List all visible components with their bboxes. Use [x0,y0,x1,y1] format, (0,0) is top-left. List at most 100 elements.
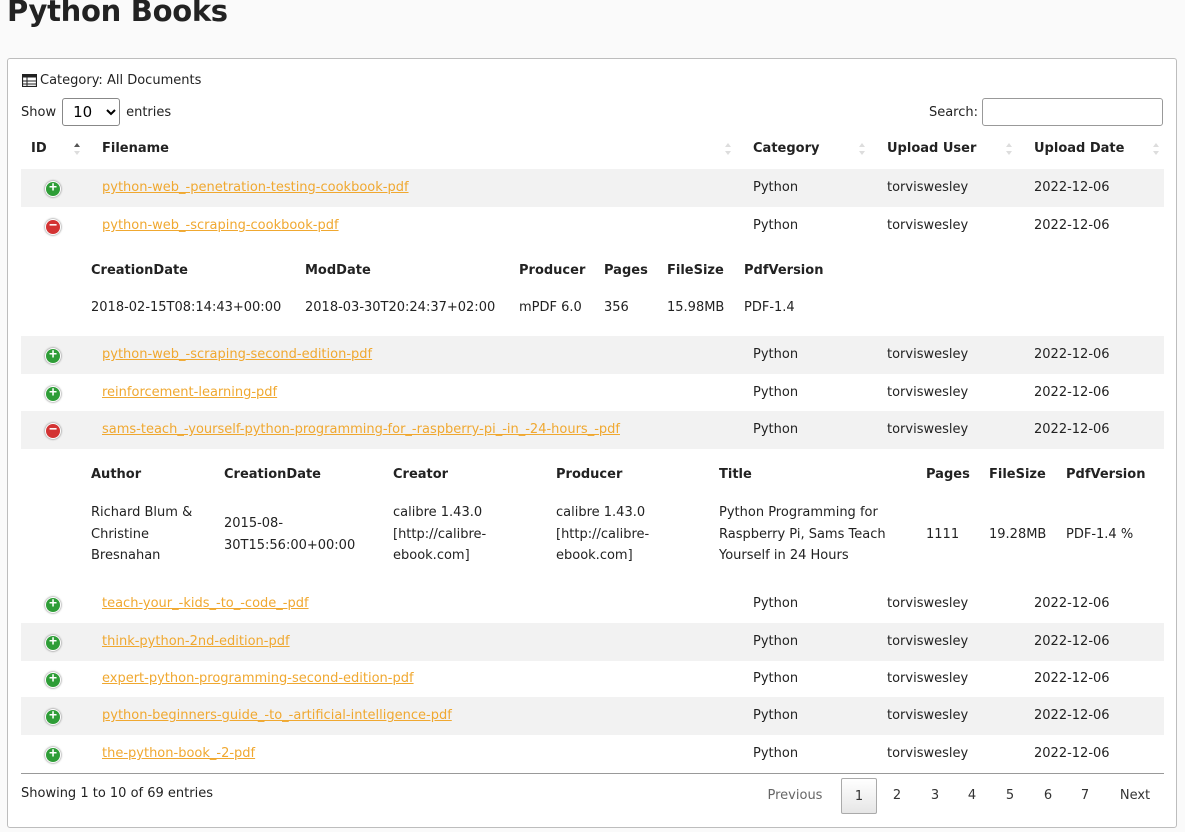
detail-value: PDF-1.4 % [1066,527,1134,542]
table-bottom-divider [21,773,1164,774]
category-cell: Python [753,671,799,686]
column-header-upload-date[interactable]: Upload Date [1034,129,1124,169]
search-control: Search: [929,98,1163,126]
detail-value: 2018-03-30T20:24:37+02:00 [305,300,496,315]
upload-date-cell: 2022-12-06 [1034,347,1110,362]
table-row: + python-beginners-guide_-to_-artificial… [21,697,1164,735]
column-header-filename-label: Filename [102,141,169,156]
upload-user-cell: torviswesley [887,385,969,400]
detail-value-line: Yourself in 24 Hours [719,548,849,563]
detail-value: 2018-02-15T08:14:43+00:00 [91,300,282,315]
pagination-page-4[interactable]: 4 [954,778,990,814]
upload-date-cell: 2022-12-06 [1034,180,1110,195]
pagination-page-7[interactable]: 7 [1067,778,1103,814]
detail-value: mPDF 6.0 [519,300,582,315]
pagination-page-2[interactable]: 2 [879,778,915,814]
sort-icon [725,143,731,155]
detail-value: 15.98MB [667,300,725,315]
upload-date-cell: 2022-12-06 [1034,708,1110,723]
filename-link[interactable]: think-python-2nd-edition-pdf [102,623,290,661]
filename-link[interactable]: reinforcement-learning-pdf [102,374,277,412]
detail-value: PDF-1.4 [744,300,795,315]
expand-icon[interactable]: + [45,672,61,688]
expand-icon[interactable]: + [45,348,61,364]
pagination-page-1[interactable]: 1 [841,778,877,814]
detail-header: CreationDate [224,467,321,482]
category-cell: Python [753,180,799,195]
detail-value-line: Richard Blum & [91,505,193,520]
filename-link[interactable]: teach-your_-kids_-to_-code_-pdf [102,585,309,623]
expand-icon[interactable]: + [45,386,61,402]
detail-value: Python Programming for Raspberry Pi, Sam… [719,502,886,567]
search-input[interactable] [982,98,1163,126]
category-cell: Python [753,596,799,611]
column-header-category[interactable]: Category [753,129,819,169]
expand-icon[interactable]: + [45,635,61,651]
detail-value-line: 2015-08- [224,516,284,531]
expand-icon[interactable]: + [45,709,61,725]
detail-header: PdfVersion [744,263,824,278]
pagination-previous[interactable]: Previous [760,778,830,814]
upload-date-cell: 2022-12-06 [1034,385,1110,400]
table-row: + the-python-book_-2-pdf Python torviswe… [21,735,1164,773]
column-header-upload-user-label: Upload User [887,141,977,156]
expand-icon[interactable]: + [45,597,61,613]
table-row: + python-web_-scraping-second-edition-pd… [21,336,1164,374]
table-row: + python-web_-penetration-testing-cookbo… [21,169,1164,207]
column-header-filename[interactable]: Filename [102,129,169,169]
detail-header: Pages [926,467,970,482]
category-cell: Python [753,218,799,233]
collapse-icon[interactable]: − [45,423,61,439]
documents-panel: Category: All Documents Show 10 entries … [7,58,1177,828]
filename-link[interactable]: the-python-book_-2-pdf [102,735,255,773]
detail-header: ModDate [305,263,371,278]
table-header: ID Filename Category Upload User Upload … [21,129,1164,169]
filename-link[interactable]: python-web_-scraping-cookbook-pdf [102,207,339,245]
sort-ascending-icon [74,143,80,155]
row-details: Author CreationDate Creator Producer Tit… [21,449,1164,585]
filename-link[interactable]: expert-python-programming-second-edition… [102,660,414,698]
row-details: CreationDate ModDate Producer Pages File… [21,245,1164,336]
upload-user-cell: torviswesley [887,180,969,195]
sort-icon [1006,143,1012,155]
category-cell: Python [753,634,799,649]
column-header-id[interactable]: ID [31,129,47,169]
pagination-page-3[interactable]: 3 [917,778,953,814]
detail-value: 356 [604,300,629,315]
detail-value: 19.28MB [989,527,1047,542]
pagination-page-6[interactable]: 6 [1030,778,1066,814]
category-cell: Python [753,347,799,362]
upload-user-cell: torviswesley [887,746,969,761]
table-row: + think-python-2nd-edition-pdf Python to… [21,623,1164,661]
detail-value: Richard Blum & Christine Bresnahan [91,502,192,567]
filename-link[interactable]: python-web_-scraping-second-edition-pdf [102,336,372,374]
upload-date-cell: 2022-12-06 [1034,671,1110,686]
collapse-icon[interactable]: − [45,219,61,235]
detail-header: Creator [393,467,449,482]
upload-user-cell: torviswesley [887,422,969,437]
upload-date-cell: 2022-12-06 [1034,746,1110,761]
detail-header: Title [719,467,752,482]
pagination-next[interactable]: Next [1111,778,1159,814]
detail-value: calibre 1.43.0 [http://calibre- ebook.co… [556,502,649,567]
detail-value-line: Bresnahan [91,548,161,563]
detail-header: CreationDate [91,263,188,278]
filename-link[interactable]: python-beginners-guide_-to_-artificial-i… [102,697,452,735]
filename-link[interactable]: python-web_-penetration-testing-cookbook… [102,169,409,207]
filename-link[interactable]: sams-teach_-yourself-python-programming-… [102,411,620,449]
upload-user-cell: torviswesley [887,218,969,233]
pagination-page-5[interactable]: 5 [992,778,1028,814]
detail-header: Producer [519,263,586,278]
column-header-upload-user[interactable]: Upload User [887,129,976,169]
expand-icon[interactable]: + [45,181,61,197]
detail-value-line: Raspberry Pi, Sams Teach [719,526,886,542]
upload-user-cell: torviswesley [887,347,969,362]
detail-value-line: ebook.com] [393,548,470,563]
column-header-id-label: ID [31,141,47,156]
entries-select[interactable]: 10 [62,98,121,126]
upload-user-cell: torviswesley [887,671,969,686]
expand-icon[interactable]: + [45,747,61,763]
entries-label: entries [126,104,172,120]
detail-header: FileSize [989,467,1046,482]
detail-header: PdfVersion [1066,467,1146,482]
